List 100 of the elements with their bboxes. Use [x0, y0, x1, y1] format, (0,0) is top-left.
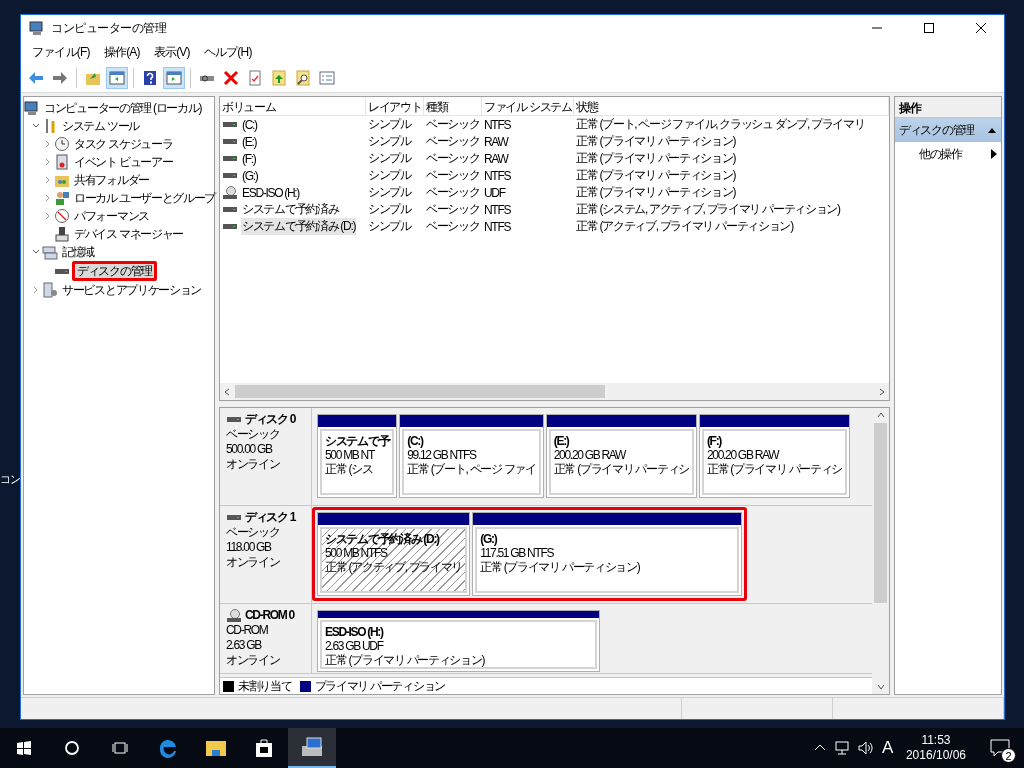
disk-status: オンライン [226, 555, 281, 570]
menu-item[interactable]: 操作(A) [96, 41, 147, 63]
toolbar-button[interactable] [163, 66, 185, 89]
partition-block[interactable]: (G:) 117.51 GB NTFS 正常 (プライマリ パーティション) [472, 512, 743, 596]
actions-section[interactable]: ディスクの管理 [895, 118, 1001, 142]
partition-size: 200.20 GB RAW [706, 448, 779, 462]
table-cell: ベーシック [426, 150, 480, 167]
partition-status: 正常 (プライマリ パーティシ [553, 462, 689, 476]
browser-icon [157, 737, 179, 759]
tree-item[interactable]: 共有フォルダー [72, 173, 151, 187]
partition-status: 正常 (プライマリ パーティション) [325, 653, 485, 667]
disk-drive-icon [222, 121, 238, 128]
gauge-icon [54, 208, 70, 224]
services-icon [42, 282, 58, 298]
column-header[interactable]: ボリューム [220, 97, 366, 115]
action-item[interactable]: 他の操作 [895, 142, 1001, 166]
partition-status: 正常 (アクティブ, プライマリ [325, 560, 463, 574]
horizontal-scrollbar[interactable] [220, 383, 889, 400]
tree-item[interactable]: パフォーマンス [72, 209, 151, 223]
column-header[interactable]: レイアウト [366, 97, 424, 115]
table-cell: 正常 (システム, アクティブ, プライマリ パーティション) [576, 201, 840, 218]
partition-status: 正常 (ブート, ページ ファイ [407, 462, 536, 476]
shopping-bag-icon [254, 738, 274, 758]
table-cell: シンプル [368, 201, 411, 218]
panel-icon [166, 69, 182, 86]
ime-indicator[interactable]: A [881, 738, 892, 758]
maximize-icon [924, 23, 934, 33]
table-cell: NTFS [484, 219, 511, 234]
table-cell[interactable]: (C:) [241, 117, 258, 132]
partition-name: (C:) [407, 434, 423, 448]
clock[interactable]: 11:53 2016/10/06 [899, 733, 972, 763]
menu-item[interactable]: ヘルプ(H) [196, 41, 259, 63]
tree-item[interactable]: サービスとアプリケーション [60, 283, 204, 297]
table-cell[interactable]: (G:) [241, 168, 259, 183]
table-cell: 正常 (ブート, ページ ファイル, クラッシュ ダンプ, プライマリ [576, 116, 865, 133]
partition-size: 500 MB NTFS [325, 546, 387, 560]
table-cell: 正常 (プライマリ パーティション) [576, 133, 736, 150]
tree-item[interactable]: ローカル ユーザーとグループ [72, 191, 218, 205]
notification-count: 2 [1001, 748, 1016, 763]
partition-status: 正常 (プライマリ パーティション) [480, 560, 640, 574]
table-cell: NTFS [484, 202, 511, 217]
toolbar-button[interactable] [106, 66, 128, 89]
table-cell: シンプル [368, 116, 411, 133]
computer-icon [29, 20, 45, 36]
partition-block[interactable]: システムで予 500 MB NT 正常 (シス [317, 414, 398, 498]
tree-item[interactable]: 記憶域 [60, 245, 97, 259]
checklist-icon [319, 69, 335, 86]
tree-item[interactable]: コンピューターの管理 (ローカル) [42, 101, 204, 115]
table-cell[interactable]: (F:) [241, 151, 257, 166]
volume-icon [857, 740, 874, 756]
disk-drive-icon [222, 172, 238, 179]
table-cell: ベーシック [426, 116, 480, 133]
submenu-arrow-icon [991, 149, 997, 159]
partition-block[interactable]: (C:) 99.12 GB NTFS 正常 (ブート, ページ ファイ [399, 414, 544, 498]
panel-icon [109, 69, 125, 86]
triangle-icon [987, 126, 997, 134]
export-icon [271, 69, 287, 86]
table-cell[interactable]: システムで予約済み (D:) [241, 218, 357, 235]
partition-size: 500 MB NT [325, 448, 374, 462]
scroll-up-icon[interactable] [876, 411, 885, 419]
column-header[interactable]: 種類 [424, 97, 482, 115]
disk-name: CD-ROM 0 [226, 608, 311, 623]
tree-item[interactable]: システム ツール [60, 119, 141, 133]
taskbar-button[interactable] [288, 728, 336, 768]
menu-item[interactable]: 表示(V) [146, 41, 197, 63]
scroll-down-icon[interactable] [876, 683, 885, 691]
partition-block[interactable]: (F:) 200.20 GB RAW 正常 (プライマリ パーティシ [698, 414, 851, 498]
scroll-left-icon[interactable] [223, 387, 231, 396]
partition-status: 正常 (プライマリ パーティシ [706, 462, 843, 476]
partition-size: 2.63 GB UDF [325, 639, 383, 653]
partition-block[interactable]: システムで予約済み (D:) 500 MB NTFS 正常 (アクティブ, プライマリ [317, 512, 471, 596]
table-cell: 正常 (プライマリ パーティション) [576, 167, 736, 184]
tree-item[interactable]: デバイス マネージャー [72, 227, 186, 241]
partition-block[interactable]: (E:) 200.20 GB RAW 正常 (プライマリ パーティシ [545, 414, 697, 498]
windows-logo-icon [16, 740, 32, 756]
tree-item[interactable]: タスク スケジューラ [72, 137, 175, 151]
disk-status: オンライン [226, 457, 281, 472]
task-view-icon [112, 740, 128, 756]
table-cell: ベーシック [426, 184, 480, 201]
table-cell: シンプル [368, 150, 411, 167]
tree-item[interactable]: イベント ビューアー [72, 155, 175, 169]
partition-name: (F:) [706, 434, 722, 448]
partition-block[interactable]: ESD-ISO (H:) 2.63 GB UDF 正常 (プライマリ パーティション) [317, 610, 600, 672]
scroll-right-icon[interactable] [878, 387, 886, 396]
table-cell: ベーシック [426, 218, 480, 235]
table-cell[interactable]: (E:) [241, 134, 258, 149]
disk-type: CD-ROM [226, 623, 269, 638]
tree-item[interactable]: ディスクの管理 [72, 261, 157, 281]
table-cell[interactable]: ESD-ISO (H:) [241, 185, 301, 200]
column-header[interactable]: ファイル システム [482, 97, 574, 115]
menu-item[interactable]: ファイル(F) [25, 41, 97, 63]
log-icon [54, 154, 70, 170]
search-icon [64, 740, 80, 756]
table-cell: RAW [484, 151, 508, 166]
column-header[interactable]: 状態 [574, 97, 889, 115]
legend-label: プライマリ パーティション [314, 677, 445, 695]
table-cell[interactable]: システムで予約済み [241, 201, 340, 218]
partition-name: (G:) [480, 532, 497, 546]
table-cell: シンプル [368, 167, 411, 184]
forward-arrow-icon [52, 71, 68, 84]
